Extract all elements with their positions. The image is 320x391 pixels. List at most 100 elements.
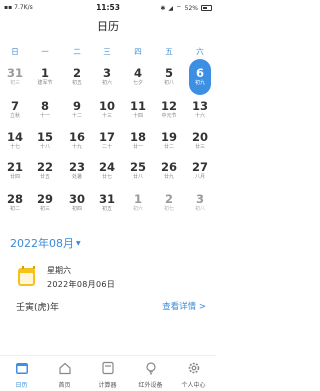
day-number: 6: [195, 66, 204, 80]
tab-home[interactable]: 首页: [43, 356, 86, 391]
lunar-date: 廿五: [39, 174, 50, 180]
calendar-day[interactable]: 16 十九: [62, 125, 92, 155]
lunar-date: 初八: [163, 80, 174, 86]
calendar-day[interactable]: 2 初七: [154, 187, 184, 217]
calendar-icon: [15, 360, 29, 374]
calendar-day[interactable]: 10 十三: [92, 94, 122, 124]
calendar-day[interactable]: 30 初四: [62, 187, 92, 217]
calendar-day[interactable]: 31 初三: [0, 61, 30, 91]
calendar-day[interactable]: 25 廿八: [123, 155, 153, 185]
calendar-day[interactable]: 19 廿二: [154, 125, 184, 155]
lunar-date: 廿九: [163, 174, 174, 180]
day-number: 4: [133, 66, 142, 80]
lunar-date: 二十: [101, 144, 112, 150]
day-number: 7: [10, 99, 19, 113]
calendar-day[interactable]: 11 十四: [123, 94, 153, 124]
day-number: 28: [6, 192, 23, 206]
calendar-day[interactable]: 21 廿四: [0, 155, 30, 185]
lunar-date: 初四: [71, 206, 82, 212]
day-number: 24: [98, 160, 115, 174]
weekday-label: 四: [134, 47, 142, 56]
lunar-date: 十六: [194, 113, 205, 119]
page-title: 日历: [97, 20, 119, 33]
day-number: 30: [68, 192, 85, 206]
calendar-day[interactable]: 23 处暑: [62, 155, 92, 185]
calendar-day[interactable]: 2 初五: [62, 61, 92, 91]
status-bar: ▪▪ 7.7K/s 11:53 ✱ ◢ ⌔ 52%: [0, 0, 216, 16]
day-number: 18: [129, 130, 146, 144]
lunar-date: 十九: [71, 144, 82, 150]
lunar-date: 初五: [71, 80, 82, 86]
weekday-label: 一: [41, 47, 49, 56]
calendar-day[interactable]: 1 初六: [123, 187, 153, 217]
calendar-day[interactable]: 5 初八: [154, 61, 184, 91]
month-selector[interactable]: 2022年08月 ▼: [10, 235, 81, 251]
day-number: 2: [164, 192, 173, 206]
lunar-date: 廿一: [132, 144, 143, 150]
calendar-day[interactable]: 7 立秋: [0, 94, 30, 124]
lunar-date: 廿四: [9, 174, 20, 180]
calendar-day[interactable]: 26 廿九: [154, 155, 184, 185]
day-number: 22: [36, 160, 53, 174]
lunar-date: 初三: [9, 80, 20, 86]
day-number: 8: [40, 99, 49, 113]
day-number: 3: [195, 192, 204, 206]
calendar-day[interactable]: 14 十七: [0, 125, 30, 155]
calendar-day[interactable]: 28 初二: [0, 187, 30, 217]
tab-label: 红外设备: [138, 382, 163, 389]
lunar-date: 中元节: [161, 113, 177, 119]
battery-percent: 52%: [184, 4, 198, 12]
calendar-day[interactable]: 13 十六: [185, 94, 215, 124]
lightbulb-icon: [144, 360, 158, 375]
calendar-day[interactable]: 29 初三: [30, 187, 60, 217]
day-number: 11: [129, 99, 146, 113]
day-number: 20: [191, 130, 208, 144]
ganzhi-year: 壬寅(虎)年: [16, 303, 60, 313]
calendar-day[interactable]: 4 七夕: [123, 61, 153, 91]
calendar-day[interactable]: 9 十二: [62, 94, 92, 124]
calendar-day[interactable]: 15 十八: [30, 125, 60, 155]
weekday-label: 二: [73, 47, 81, 56]
tab-gear[interactable]: 个人中心: [172, 356, 215, 391]
lunar-date: 十四: [132, 113, 143, 119]
lunar-date: 十八: [39, 144, 50, 150]
bottom-tab-bar: 日历 首页 计算器 红外设备 个人中心: [0, 355, 216, 391]
calendar-day[interactable]: 12 中元节: [154, 94, 184, 124]
day-number: 2: [72, 66, 81, 80]
calendar-day-selected[interactable]: 6 初九: [189, 59, 211, 95]
day-number: 19: [160, 130, 177, 144]
day-number: 1: [40, 66, 49, 80]
tab-calculator[interactable]: 计算器: [86, 356, 129, 391]
tab-label: 计算器: [98, 382, 117, 389]
calendar-day[interactable]: 3 初六: [92, 61, 122, 91]
lunar-date: 初二: [9, 206, 20, 212]
calendar-day[interactable]: 24 廿七: [92, 155, 122, 185]
weekday-label: 六: [196, 47, 204, 56]
calendar-day[interactable]: 27 八月: [185, 155, 215, 185]
day-number: 17: [98, 130, 115, 144]
calendar-day[interactable]: 8 十一: [30, 94, 60, 124]
view-details-link[interactable]: 查看详情 >: [162, 300, 206, 312]
lunar-date: 八月: [194, 174, 205, 180]
calendar-day[interactable]: 22 廿五: [30, 155, 60, 185]
calendar-day[interactable]: 20 廿三: [185, 125, 215, 155]
day-number: 31: [6, 66, 23, 80]
status-right: ✱ ◢ ⌔ 52%: [160, 4, 212, 12]
tab-calendar[interactable]: 日历: [0, 356, 43, 391]
tab-lightbulb[interactable]: 红外设备: [129, 356, 172, 391]
calendar-day[interactable]: 17 二十: [92, 125, 122, 155]
day-number: 12: [160, 99, 177, 113]
calendar-day[interactable]: 31 初五: [92, 187, 122, 217]
day-number: 14: [6, 130, 23, 144]
day-number: 25: [129, 160, 146, 174]
tab-label: 个人中心: [181, 382, 206, 389]
day-number: 1: [133, 192, 142, 206]
lunar-date: 廿二: [163, 144, 174, 150]
calendar-day[interactable]: 1 建军节: [30, 61, 60, 91]
calendar-day[interactable]: 3 初八: [185, 187, 215, 217]
lunar-date: 初九: [194, 80, 205, 86]
calendar-day[interactable]: 18 廿一: [123, 125, 153, 155]
day-number: 26: [160, 160, 177, 174]
lunar-date: 初六: [101, 80, 112, 86]
day-number: 5: [164, 66, 173, 80]
